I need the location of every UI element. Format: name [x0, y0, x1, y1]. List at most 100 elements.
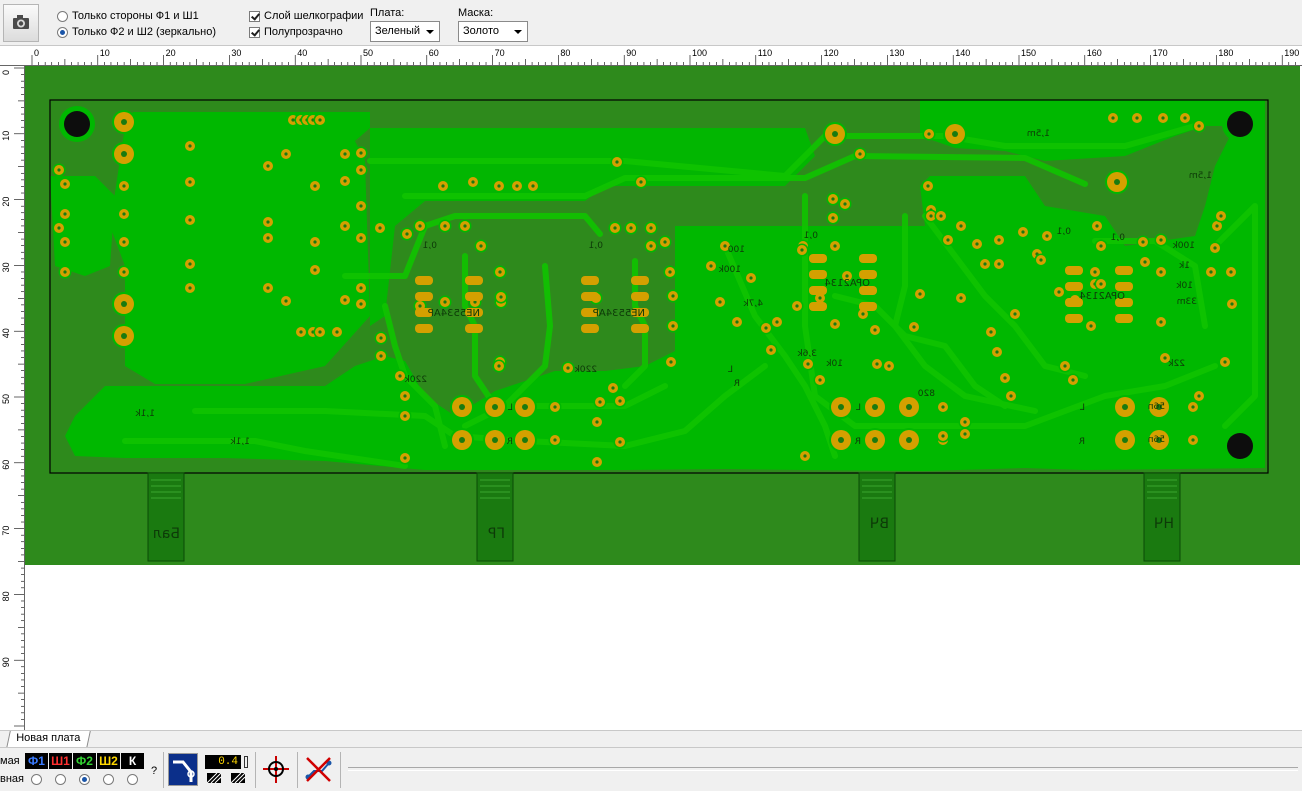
- separator: [297, 752, 298, 788]
- ruler-top[interactable]: 0 10 20 30 40 50 60 70 80 90 100 110 120 130 140 150 160…: [0, 47, 1302, 66]
- layer-f2[interactable]: Ф2: [73, 753, 96, 769]
- pad-hole: [299, 330, 303, 334]
- help-label[interactable]: ?: [151, 765, 157, 777]
- layer-k[interactable]: К: [121, 753, 144, 769]
- pad-hole: [649, 226, 653, 230]
- layer-sh2[interactable]: Ш2: [97, 753, 120, 769]
- ic-pad: [415, 276, 433, 285]
- ruler-top-label: 180: [1218, 48, 1233, 58]
- layer-sh1[interactable]: Ш1: [49, 753, 72, 769]
- pad-hole: [861, 312, 865, 316]
- side-option-f1-sh1[interactable]: Только стороны Ф1 и Ш1: [57, 9, 199, 23]
- pcb-canvas[interactable]: Бал ГР ВЧ НЧ NE5534AP NE5534AP OPA2134 O…: [25, 66, 1300, 730]
- silk-label: 10k: [1176, 281, 1193, 291]
- pad-hole: [887, 364, 891, 368]
- tab-new-board[interactable]: Новая плата: [6, 731, 92, 748]
- layer-f1-radio[interactable]: [31, 774, 42, 785]
- silk-label: 100k: [1172, 241, 1195, 251]
- track-width-field[interactable]: 0.4: [205, 755, 241, 769]
- silkscreen-checkbox[interactable]: [249, 10, 260, 22]
- translucent-label: Полупрозрачно: [264, 26, 343, 38]
- pad-hole: [492, 404, 498, 410]
- ic-pad: [465, 276, 483, 285]
- pad-hole: [709, 264, 713, 268]
- side-f1-radio[interactable]: [57, 10, 68, 22]
- pad-hole: [121, 119, 127, 125]
- pad-hole: [1209, 270, 1213, 274]
- pad-hole: [872, 437, 878, 443]
- track-width-spin[interactable]: [244, 756, 248, 768]
- pad-hole: [121, 333, 127, 339]
- route-button[interactable]: [168, 753, 198, 786]
- pad-hole: [1197, 124, 1201, 128]
- side-f2-radio[interactable]: [57, 26, 68, 38]
- width-icon: [206, 772, 222, 784]
- pad-hole: [188, 180, 192, 184]
- pad-hole: [959, 224, 963, 228]
- side-option-f2-sh2[interactable]: Только Ф2 и Ш2 (зеркально): [57, 25, 216, 39]
- camera-button[interactable]: [3, 4, 39, 42]
- pad-hole: [833, 244, 837, 248]
- silkscreen-toggle[interactable]: Слой шелкографии: [249, 9, 363, 23]
- pad-hole: [613, 226, 617, 230]
- pad-hole: [838, 404, 844, 410]
- ic-pad: [465, 292, 483, 301]
- side-f1-label: Только стороны Ф1 и Ш1: [72, 10, 199, 22]
- pad-hole: [831, 197, 835, 201]
- no-connect-icon: [305, 757, 332, 782]
- silk-label: L: [856, 403, 861, 413]
- pad-hole: [1223, 360, 1227, 364]
- pad-hole: [997, 262, 1001, 266]
- ic-pad: [581, 292, 599, 301]
- silk-label: 22k: [1168, 359, 1185, 369]
- layer-sh2-radio[interactable]: [103, 774, 114, 785]
- pad-hole: [1095, 224, 1099, 228]
- silk-label: 33m: [1177, 297, 1197, 307]
- pad-hole: [403, 456, 407, 460]
- row-label-active: вная: [0, 773, 24, 785]
- pad-hole: [1141, 240, 1145, 244]
- layer-sh1-radio[interactable]: [55, 774, 66, 785]
- chevron-down-icon: [514, 30, 522, 34]
- ruler-left[interactable]: 0 10 20 30 40 50 60 70 80 90: [0, 66, 25, 730]
- pad-hole: [618, 399, 622, 403]
- silk-label: L: [508, 403, 513, 413]
- pad-hole: [1183, 116, 1187, 120]
- translucent-checkbox[interactable]: [249, 26, 260, 38]
- ruler-left-label: 40: [1, 328, 11, 338]
- ic-pad: [809, 270, 827, 279]
- pad-hole: [188, 144, 192, 148]
- translucent-toggle[interactable]: Полупрозрачно: [249, 25, 343, 39]
- pad-hole: [1161, 116, 1165, 120]
- silk-label: 0,1: [804, 231, 818, 241]
- pad-hole: [963, 432, 967, 436]
- pad-hole: [959, 296, 963, 300]
- silk-label: 220k: [404, 375, 427, 385]
- ruler-left-label: 80: [1, 591, 11, 601]
- pad-hole: [313, 184, 317, 188]
- layer-f2-radio[interactable]: [79, 774, 90, 785]
- pad-hole: [764, 326, 768, 330]
- crosshair-button[interactable]: [260, 753, 292, 786]
- pad-hole: [359, 236, 363, 240]
- pad-hole: [800, 248, 804, 252]
- pad-hole: [266, 236, 270, 240]
- layer-k-radio[interactable]: [127, 774, 138, 785]
- pad-hole: [188, 262, 192, 266]
- pad-hole: [463, 224, 467, 228]
- no-connect-button[interactable]: [302, 753, 335, 786]
- layer-f1[interactable]: Ф1: [25, 753, 48, 769]
- pad-hole: [1099, 282, 1103, 286]
- connector-label-nch: НЧ: [1154, 516, 1174, 532]
- pad-hole: [188, 218, 192, 222]
- silkscreen-label: Слой шелкографии: [264, 10, 364, 22]
- pad-hole: [441, 184, 445, 188]
- ic-pad: [1065, 314, 1083, 323]
- mask-select[interactable]: Золото: [458, 21, 528, 42]
- pad-hole: [1114, 179, 1120, 185]
- silk-label: 56n: [1148, 402, 1165, 412]
- board-color-select[interactable]: Зеленый: [370, 21, 440, 42]
- ruler-top-label: 170: [1153, 48, 1168, 58]
- pad-hole: [359, 302, 363, 306]
- pad-hole: [838, 437, 844, 443]
